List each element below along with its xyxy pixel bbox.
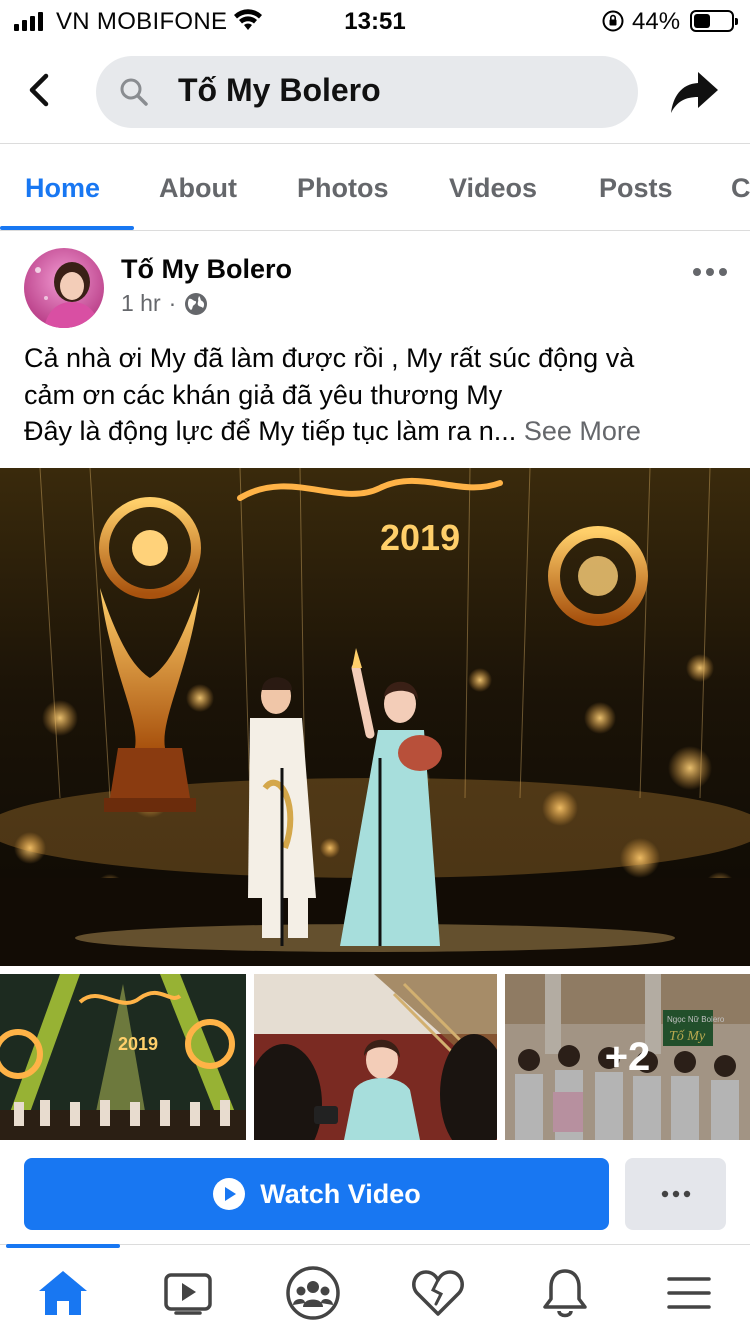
post-photo-thumb[interactable]: Ngọc Nữ Bolero Tố My +2	[505, 974, 750, 1140]
post-text: Cả nhà ơi My đã làm được rồi , My rất sú…	[24, 340, 734, 450]
active-tab-indicator	[0, 226, 134, 230]
nav-groups[interactable]	[283, 1263, 343, 1323]
battery-percent: 44%	[632, 8, 681, 35]
search-input[interactable]: Tố My Bolero	[96, 56, 638, 128]
post-text-line-last: Đây là động lực để My tiếp tục làm ra n.…	[24, 413, 734, 450]
post-photo-thumb[interactable]: 2019	[0, 974, 246, 1140]
active-nav-indicator	[6, 1244, 120, 1248]
post-text-line: cảm ơn các khán giả đã yêu thương My	[24, 379, 503, 410]
menu-icon	[667, 1277, 711, 1309]
home-icon	[39, 1271, 87, 1315]
tab-community[interactable]: C	[731, 173, 750, 204]
page-tabs: Home About Photos Videos Posts C	[0, 145, 750, 231]
post-photo-thumb[interactable]	[254, 974, 497, 1140]
globe-icon	[185, 292, 208, 315]
more-dots-icon	[661, 1190, 690, 1198]
watch-video-button[interactable]: Watch Video	[24, 1158, 609, 1230]
more-options-button[interactable]	[625, 1158, 726, 1230]
post-text-line: Cả nhà ơi My đã làm được rồi , My rất sú…	[24, 343, 635, 373]
watch-video-label: Watch Video	[260, 1178, 421, 1209]
post-main-photo[interactable]: 2019	[0, 468, 750, 966]
post-meta: 1 hr ·	[121, 290, 208, 317]
more-photos-count[interactable]: +2	[505, 974, 750, 1140]
battery-icon	[690, 10, 738, 32]
nav-notifications[interactable]	[535, 1263, 595, 1323]
watch-icon	[164, 1273, 212, 1315]
tab-posts[interactable]: Posts	[599, 173, 673, 204]
signal-strength-icon	[14, 11, 43, 31]
bell-icon	[543, 1269, 587, 1318]
play-circle-icon	[213, 1178, 246, 1210]
groups-icon	[286, 1266, 340, 1320]
battery-level	[694, 14, 710, 28]
avatar[interactable]	[24, 248, 104, 328]
tab-about[interactable]: About	[159, 173, 237, 204]
tab-photos[interactable]: Photos	[297, 173, 389, 204]
nav-dating[interactable]	[408, 1263, 468, 1323]
bottom-navigation	[0, 1244, 750, 1334]
more-dots-icon[interactable]	[690, 258, 730, 286]
nav-menu[interactable]	[659, 1263, 719, 1323]
nav-watch[interactable]	[158, 1263, 218, 1323]
tab-home[interactable]: Home	[25, 173, 100, 204]
meta-separator: ·	[168, 290, 177, 316]
post-author[interactable]: Tố My Bolero	[121, 254, 292, 285]
search-icon	[120, 78, 148, 106]
post-time[interactable]: 1 hr	[121, 290, 161, 317]
search-header: Tố My Bolero	[0, 44, 750, 144]
share-arrow-icon[interactable]	[668, 68, 720, 116]
see-more-link[interactable]: See More	[524, 416, 641, 446]
photo-year-text: 2019	[380, 517, 460, 558]
clock: 13:51	[344, 8, 406, 35]
carrier-name: VN MOBIFONE	[56, 8, 228, 35]
dating-heart-icon	[412, 1270, 464, 1316]
post-text-line: Đây là động lực để My tiếp tục làm ra n.…	[24, 416, 517, 446]
nav-home[interactable]	[33, 1263, 93, 1323]
back-button[interactable]	[22, 70, 58, 110]
tab-videos[interactable]: Videos	[449, 173, 537, 204]
search-query: Tố My Bolero	[178, 72, 381, 108]
rotation-lock-icon	[602, 10, 624, 32]
status-bar: VN MOBIFONE 13:51 44%	[0, 0, 750, 44]
wifi-icon	[234, 9, 262, 30]
thumb-year-text: 2019	[118, 1034, 158, 1054]
